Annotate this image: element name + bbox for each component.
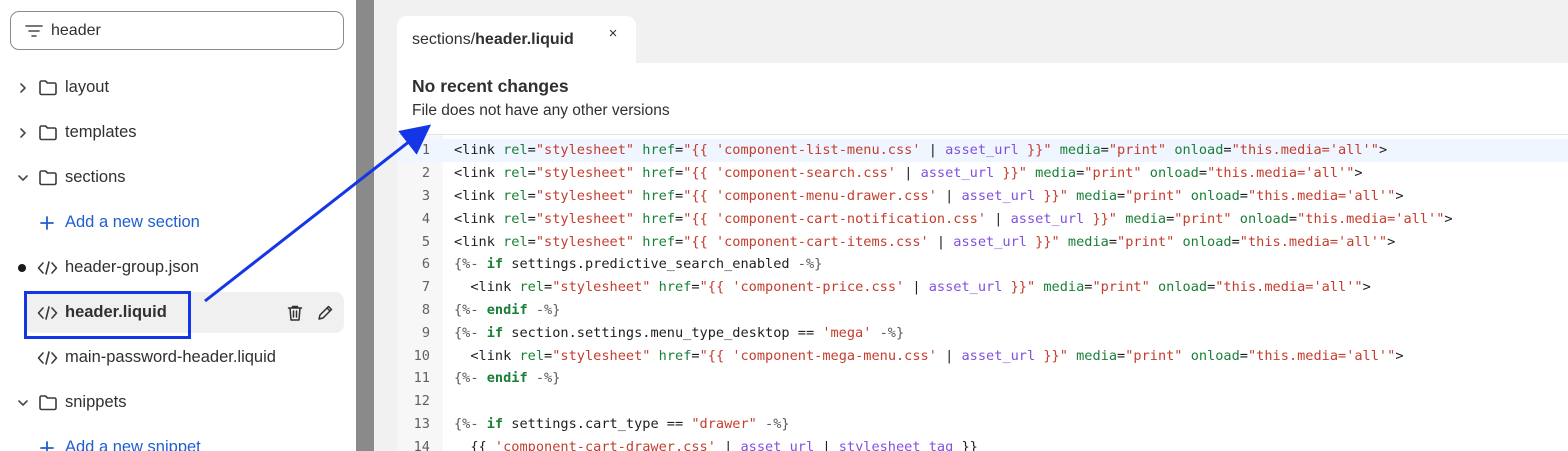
code-file-icon — [37, 350, 58, 366]
tree-file-header-group-json[interactable]: header-group.json — [0, 245, 356, 290]
filter-icon[interactable] — [24, 21, 44, 41]
file-actions — [286, 304, 334, 322]
code-text: {{ 'component-cart-drawer.css' | asset_u… — [454, 438, 978, 451]
code-text: <link rel="stylesheet" href="{{ 'compone… — [454, 142, 1388, 159]
chevron-right-icon[interactable] — [17, 82, 29, 94]
code-line[interactable]: 14 {{ 'component-cart-drawer.css' | asse… — [397, 435, 1568, 451]
tree-item-label: main-password-header.liquid — [65, 348, 276, 366]
code-editor[interactable]: 1 <link rel="stylesheet" href="{{ 'compon… — [397, 134, 1568, 451]
line-number: 6 — [421, 256, 430, 273]
tree-item-label: layout — [65, 78, 110, 96]
line-number: 5 — [421, 233, 430, 250]
line-number: 4 — [421, 210, 430, 227]
code-line[interactable]: 10 <link rel="stylesheet" href="{{ 'comp… — [397, 344, 1568, 367]
status-subtitle: File does not have any other versions — [412, 102, 670, 119]
line-number: 2 — [421, 165, 430, 182]
code-text: <link rel="stylesheet" href="{{ 'compone… — [454, 210, 1453, 227]
line-number: 10 — [413, 347, 430, 364]
file-search-input[interactable] — [51, 21, 321, 40]
code-line[interactable]: 4 <link rel="stylesheet" href="{{ 'compon… — [397, 207, 1568, 230]
plus-icon — [39, 215, 55, 231]
tab-label: sections/header.liquid — [412, 30, 574, 48]
line-number: 1 — [421, 142, 430, 159]
folder-icon — [38, 169, 58, 187]
tab-header-liquid[interactable]: sections/header.liquid × — [397, 16, 636, 63]
code-line[interactable]: 12 — [397, 390, 1568, 413]
line-number: 7 — [421, 279, 430, 296]
code-text: <link rel="stylesheet" href="{{ 'compone… — [454, 279, 1371, 296]
code-line[interactable]: 11 {%- endif -%} — [397, 367, 1568, 390]
tree-item-label: Add a new section — [65, 213, 200, 231]
chevron-right-icon[interactable] — [17, 127, 29, 139]
code-text: {%- endif -%} — [454, 370, 561, 387]
code-file-icon — [37, 260, 58, 276]
tree-add-add-a-new-section[interactable]: Add a new section — [0, 200, 356, 245]
code-text: {%- if settings.predictive_search_enable… — [454, 256, 823, 273]
tree-item-label: sections — [65, 168, 126, 186]
code-line[interactable]: 7 <link rel="stylesheet" href="{{ 'compo… — [397, 276, 1568, 299]
code-text: <link rel="stylesheet" href="{{ 'compone… — [454, 233, 1396, 250]
close-tab-icon[interactable]: × — [606, 26, 620, 41]
code-line[interactable]: 13 {%- if settings.cart_type == "drawer" … — [397, 413, 1568, 436]
code-line[interactable]: 8 {%- endif -%} — [397, 299, 1568, 322]
line-number: 12 — [413, 393, 430, 410]
folder-icon — [38, 394, 58, 412]
line-number: 8 — [421, 301, 430, 318]
code-line[interactable]: 5 <link rel="stylesheet" href="{{ 'compon… — [397, 230, 1568, 253]
tree-folder-snippets[interactable]: snippets — [0, 380, 356, 425]
rename-pencil-icon[interactable] — [316, 304, 334, 322]
tree-item-label: header-group.json — [65, 258, 199, 276]
chevron-down-icon[interactable] — [17, 172, 29, 184]
line-number: 9 — [421, 324, 430, 341]
plus-icon — [39, 440, 55, 451]
code-text: <link rel="stylesheet" href="{{ 'compone… — [454, 347, 1404, 364]
line-number: 14 — [413, 438, 430, 451]
version-status: No recent changes File does not have any… — [412, 76, 670, 120]
tree-folder-layout[interactable]: layout — [0, 65, 356, 110]
file-sidebar: layout templates sections Add a new section… — [0, 0, 356, 451]
annotation-highlight-box — [24, 291, 191, 339]
folder-icon — [38, 79, 58, 97]
modified-dot-icon — [18, 263, 26, 272]
code-text: <link rel="stylesheet" href="{{ 'compone… — [454, 165, 1363, 182]
code-line[interactable]: 9 {%- if section.settings.menu_type_deskt… — [397, 321, 1568, 344]
line-number: 11 — [413, 370, 430, 387]
code-text: {%- if settings.cart_type == "drawer" -%… — [454, 415, 790, 432]
code-text: {%- if section.settings.menu_type_deskto… — [454, 324, 905, 341]
line-number: 3 — [421, 187, 430, 204]
tree-item-label: Add a new snippet — [65, 438, 201, 451]
sidebar-scrollbar[interactable] — [356, 0, 374, 451]
tree-file-main-password-header-liquid[interactable]: main-password-header.liquid — [0, 335, 356, 380]
code-text: <link rel="stylesheet" href="{{ 'compone… — [454, 187, 1404, 204]
tree-folder-templates[interactable]: templates — [0, 110, 356, 155]
delete-icon[interactable] — [286, 304, 304, 322]
tree-item-label: snippets — [65, 393, 127, 411]
tab-bar: sections/header.liquid × — [397, 16, 1568, 63]
status-title: No recent changes — [412, 76, 569, 96]
file-search-box[interactable] — [10, 11, 344, 50]
line-number: 13 — [413, 415, 430, 432]
tree-add-add-a-new-snippet[interactable]: Add a new snippet — [0, 425, 356, 451]
tree-folder-sections[interactable]: sections — [0, 155, 356, 200]
code-line[interactable]: 3 <link rel="stylesheet" href="{{ 'compon… — [397, 185, 1568, 208]
chevron-down-icon[interactable] — [17, 397, 29, 409]
tree-item-label: templates — [65, 123, 137, 141]
file-tree: layout templates sections Add a new section… — [0, 65, 356, 451]
editor-panel: sections/header.liquid × No recent chang… — [397, 16, 1568, 451]
code-text: {%- endif -%} — [454, 301, 561, 318]
code-line[interactable]: 6 {%- if settings.predictive_search_enabl… — [397, 253, 1568, 276]
folder-icon — [38, 124, 58, 142]
code-line[interactable]: 2 <link rel="stylesheet" href="{{ 'compon… — [397, 162, 1568, 185]
code-line[interactable]: 1 <link rel="stylesheet" href="{{ 'compon… — [397, 139, 1568, 162]
